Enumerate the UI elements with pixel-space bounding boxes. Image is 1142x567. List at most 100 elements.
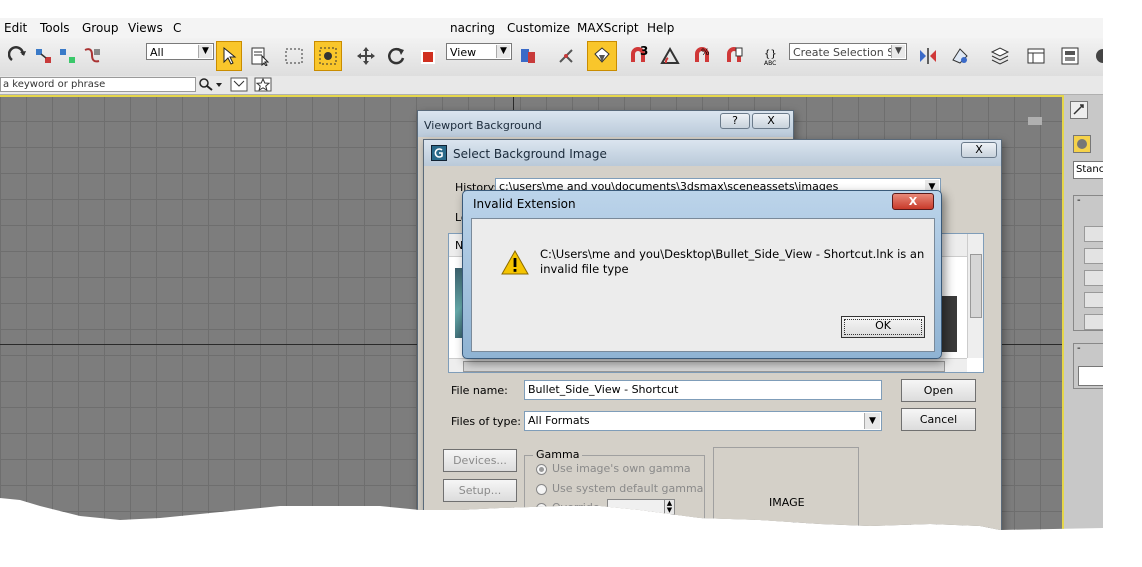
- error-message-line1: C:\Users\me and you\Desktop\Bullet_Side_…: [540, 247, 925, 261]
- search-icon[interactable]: [198, 77, 214, 92]
- pivot-center-icon[interactable]: [518, 46, 538, 66]
- layer-manager-icon[interactable]: [990, 46, 1010, 66]
- svg-text:ABC: ABC: [764, 60, 776, 66]
- move-icon[interactable]: [356, 46, 376, 66]
- menu-rendering[interactable]: nacring: [450, 21, 495, 35]
- search-bar: a keyword or phrase: [0, 76, 1103, 95]
- horizontal-scrollbar[interactable]: [449, 358, 967, 372]
- edit-named-selection-icon[interactable]: {}ABC: [762, 46, 782, 66]
- object-type-button[interactable]: [1084, 314, 1103, 330]
- favorites-star-icon[interactable]: [254, 77, 272, 92]
- chevron-down-icon: ▼: [198, 45, 212, 58]
- rect-selection-icon[interactable]: [284, 46, 304, 66]
- invalid-extension-dialog: Invalid Extension X C:\Users\me and you\…: [462, 190, 942, 359]
- open-button[interactable]: Open: [901, 379, 976, 402]
- scale-icon[interactable]: [418, 46, 438, 66]
- menu-create[interactable]: C: [173, 21, 181, 35]
- search-input[interactable]: a keyword or phrase: [0, 77, 196, 92]
- app-logo-icon: [431, 145, 447, 161]
- gamma-group: Gamma Use image's own gamma Use system d…: [524, 448, 705, 530]
- object-category-select[interactable]: Stanc: [1073, 161, 1103, 179]
- close-button[interactable]: X: [961, 142, 997, 158]
- gamma-override-label: Override: [552, 501, 600, 514]
- object-type-button[interactable]: [1084, 270, 1103, 286]
- redo-icon[interactable]: [8, 46, 28, 66]
- material-editor-icon[interactable]: [1094, 46, 1103, 66]
- communication-center-icon[interactable]: [230, 77, 248, 92]
- gamma-own-radio[interactable]: [536, 464, 547, 475]
- files-of-type-select[interactable]: All Formats ▼: [524, 411, 882, 431]
- object-type-button[interactable]: [1084, 248, 1103, 264]
- select-link-icon[interactable]: [34, 46, 54, 66]
- warning-icon: [501, 250, 529, 275]
- main-toolbar: All ▼ View ▼ 3 % {} ABC Create Selection Se…: [0, 38, 1103, 77]
- menu-edit[interactable]: Edit: [4, 21, 27, 35]
- angle-snap-icon[interactable]: [660, 46, 680, 66]
- menu-bar: Edit Tools Group Views C nacring Customi…: [0, 18, 1103, 39]
- error-message-line2: invalid file type: [540, 262, 629, 276]
- object-type-rollout: -: [1073, 195, 1103, 331]
- viewport-background-titlebar: Viewport Background ? X: [418, 111, 793, 137]
- select-by-name-icon[interactable]: [250, 46, 270, 66]
- svg-text:%: %: [701, 48, 710, 58]
- close-button[interactable]: X: [892, 193, 934, 210]
- vertical-scrollbar[interactable]: [967, 234, 983, 358]
- dialog-title: Viewport Background: [424, 119, 542, 132]
- name-color-rollout: -: [1073, 343, 1103, 389]
- selection-filter-select[interactable]: All ▼: [146, 43, 214, 60]
- help-button[interactable]: ?: [720, 113, 750, 129]
- close-button[interactable]: X: [752, 113, 790, 129]
- reference-coord-select[interactable]: View ▼: [446, 43, 512, 60]
- setup-button[interactable]: Setup...: [443, 479, 517, 502]
- menu-help[interactable]: Help: [647, 21, 674, 35]
- geometry-sphere-icon[interactable]: [1073, 135, 1091, 153]
- active-viewport-border: [0, 95, 1062, 97]
- image-preview: IMAGE: [713, 447, 859, 530]
- devices-button[interactable]: Devices...: [443, 449, 517, 472]
- select-bg-titlebar: Select Background Image X: [424, 140, 1001, 166]
- gamma-title: Gamma: [533, 448, 583, 461]
- scrollbar-thumb[interactable]: [970, 254, 982, 318]
- files-of-type-label: Files of type:: [451, 415, 522, 428]
- unlink-icon[interactable]: [58, 46, 78, 66]
- viewcube-icon[interactable]: [1028, 117, 1042, 125]
- gamma-override-input[interactable]: [607, 499, 665, 515]
- menu-customize[interactable]: Customize: [507, 21, 570, 35]
- bind-space-warp-icon[interactable]: [82, 46, 102, 66]
- named-selection-set-input[interactable]: Create Selection Set ▼: [789, 43, 907, 60]
- menu-views[interactable]: Views: [128, 21, 163, 35]
- chevron-down-icon[interactable]: [215, 80, 223, 90]
- dialog-title: Invalid Extension: [473, 197, 576, 211]
- cursor-arrow-icon: [223, 47, 237, 65]
- curve-editor-icon[interactable]: [1026, 46, 1046, 66]
- gamma-own-label: Use image's own gamma: [552, 462, 691, 475]
- create-tab-icon[interactable]: [1070, 101, 1088, 119]
- gamma-spinner[interactable]: ▲ ▼: [664, 499, 675, 515]
- file-name-input[interactable]: Bullet_Side_View - Shortcut: [524, 380, 882, 400]
- menu-maxscript[interactable]: MAXScript: [577, 21, 639, 35]
- snap-magnet-icon: [594, 47, 610, 63]
- menu-group[interactable]: Group: [82, 21, 119, 35]
- object-type-button[interactable]: [1084, 292, 1103, 308]
- gamma-system-radio[interactable]: [536, 484, 547, 495]
- object-type-button[interactable]: [1084, 226, 1103, 242]
- manipulate-icon[interactable]: [556, 46, 576, 66]
- gamma-override-radio[interactable]: [536, 503, 547, 514]
- object-name-input[interactable]: [1078, 366, 1103, 386]
- menu-tools[interactable]: Tools: [40, 21, 70, 35]
- schematic-view-icon[interactable]: [1060, 46, 1080, 66]
- align-icon[interactable]: [950, 46, 970, 66]
- keyboard-shortcut-override-button[interactable]: [587, 41, 617, 71]
- scrollbar-thumb[interactable]: [463, 361, 945, 372]
- chevron-down-icon: ▼: [864, 413, 880, 429]
- ok-button[interactable]: OK: [841, 316, 925, 338]
- cancel-button[interactable]: Cancel: [901, 408, 976, 431]
- rotate-icon[interactable]: [386, 46, 406, 66]
- window-crossing-button[interactable]: [314, 41, 342, 71]
- spinner-snap-icon[interactable]: [724, 46, 744, 66]
- chevron-down-icon: ▼: [496, 45, 510, 58]
- percent-snap-icon[interactable]: %: [692, 46, 712, 66]
- dialog-title: Select Background Image: [453, 147, 607, 161]
- select-object-button[interactable]: [216, 41, 242, 71]
- mirror-icon[interactable]: [918, 46, 938, 66]
